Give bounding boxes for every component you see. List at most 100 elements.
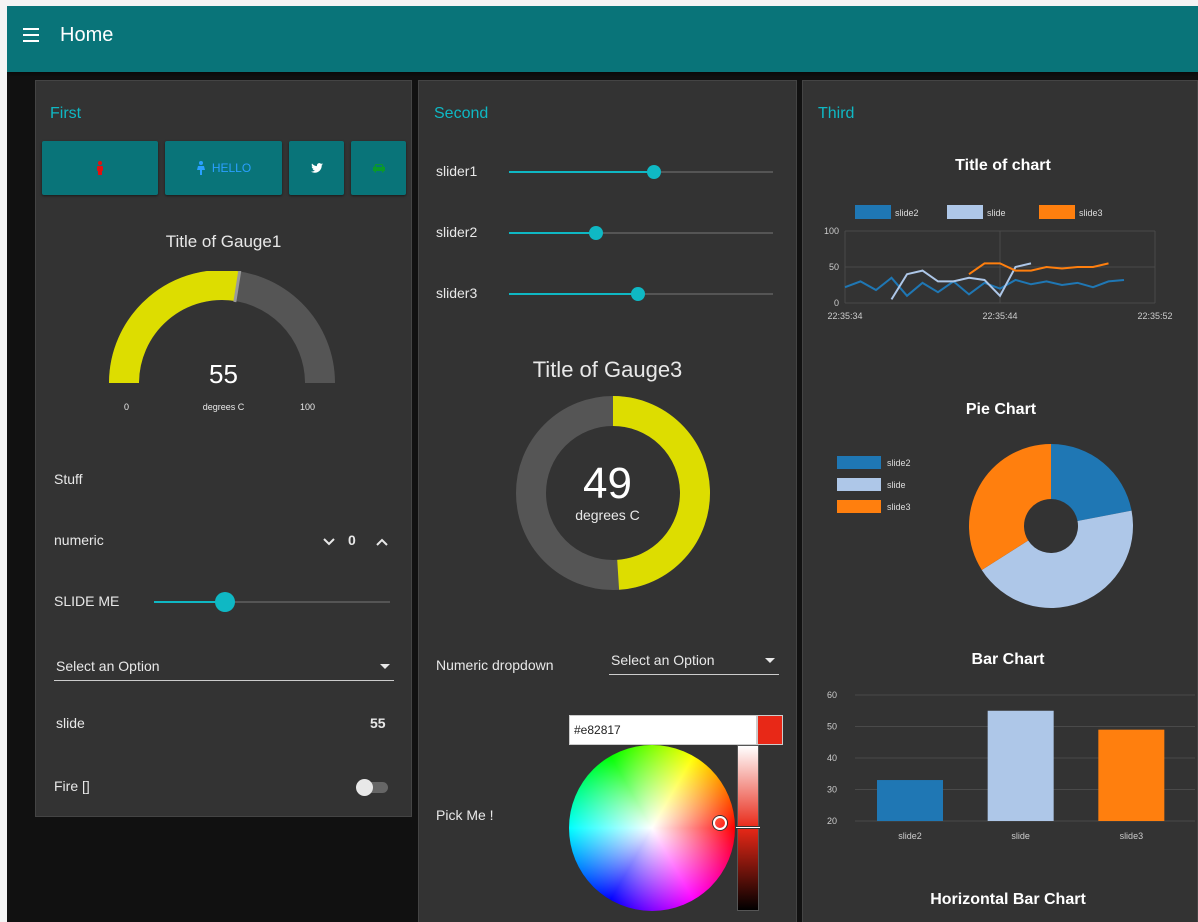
y-tick-label: 50 (829, 262, 839, 272)
color-wheel-cursor[interactable] (713, 816, 727, 830)
legend-label: slide2 (887, 458, 911, 468)
gauge3-value: 49 (583, 459, 632, 508)
bar-chart: 60 50 40 30 20 slide2 slide slide3 (827, 690, 1195, 841)
fire-switch[interactable] (356, 779, 396, 796)
y-tick-label: 60 (827, 690, 837, 700)
gauge3-units: degrees C (575, 507, 640, 523)
numeric-dropdown[interactable]: Select an Option (609, 637, 779, 675)
legend-swatch (1039, 205, 1075, 219)
panel-third: Third Title of chart 100 50 0 22:35:34 22:35… (802, 80, 1198, 922)
option-dropdown[interactable]: Select an Option (54, 643, 394, 681)
gauge1-units: degrees C (202, 402, 245, 412)
slider3-thumb[interactable] (631, 287, 646, 301)
legend-swatch (837, 456, 881, 469)
x-tick-label: slide3 (1120, 831, 1144, 841)
slider3[interactable] (509, 287, 773, 301)
gauge1-value: 55 (209, 359, 238, 389)
numeric-value: 0 (348, 532, 356, 548)
brightness-handle[interactable] (735, 826, 761, 829)
gauge3-title: Title of Gauge3 (532, 357, 683, 382)
slide-me-thumb[interactable] (214, 592, 235, 612)
top-bar: Home (7, 6, 1198, 72)
panel-title-first: First (50, 105, 82, 122)
series-line (968, 262, 1109, 276)
twitter-button[interactable] (289, 141, 344, 195)
dashboard-screen: Home First HELLO Title of Gauge1 55 degr… (7, 6, 1198, 922)
hello-button[interactable]: HELLO (165, 141, 282, 195)
hello-button-label: HELLO (211, 161, 252, 175)
legend-label: slide3 (1079, 208, 1103, 218)
slide-me-slider[interactable] (154, 592, 390, 612)
bar (1098, 729, 1165, 821)
legend-label: slide (887, 480, 906, 490)
x-tick-label: 22:35:34 (827, 311, 862, 321)
y-tick-label: 30 (827, 785, 837, 795)
numeric-dropdown-text: Select an Option (611, 652, 715, 668)
slider2[interactable] (509, 226, 773, 240)
button-1[interactable] (42, 141, 158, 195)
slider1[interactable] (509, 165, 773, 179)
gauge1-dial (109, 271, 335, 384)
color-picker-label: Pick Me ! (436, 807, 494, 823)
car-button[interactable] (351, 141, 406, 195)
line-chart: 100 50 0 22:35:34 22:35:44 22:35:52 slide2 slid… (824, 205, 1173, 321)
y-tick-label: 40 (827, 753, 837, 763)
car-icon (372, 164, 385, 173)
pie-chart-title: Pie Chart (965, 401, 1037, 418)
chevron-down-icon[interactable] (323, 538, 335, 546)
y-tick-label: 0 (834, 298, 839, 308)
bar (987, 710, 1054, 821)
bar (877, 780, 943, 821)
person-icon (196, 161, 205, 175)
slider2-fill (509, 232, 597, 234)
switch-label: Fire [] (54, 778, 90, 794)
numeric-dropdown-label: Numeric dropdown (436, 657, 554, 673)
color-wheel[interactable] (569, 745, 735, 911)
gauge1-max: 100 (300, 402, 316, 412)
legend-swatch (837, 478, 881, 491)
y-tick-label: 50 (827, 722, 837, 732)
bar-chart-title: Bar Chart (971, 651, 1045, 668)
gauge1-min: 0 (124, 402, 130, 412)
panel-title-second: Second (434, 105, 489, 122)
color-hex-text: #e82817 (574, 723, 621, 737)
y-tick-label: 100 (824, 226, 839, 236)
slider1-fill (509, 171, 655, 173)
panel-second: Second slider1 slider2 slider3 Title of … (418, 80, 797, 922)
dropdown-arrow-icon (765, 658, 775, 663)
page-title: Home (60, 24, 114, 46)
legend-label: slide (987, 208, 1006, 218)
legend-label: slide2 (895, 208, 919, 218)
horizontal-bar-chart-title: Horizontal Bar Chart (930, 891, 1086, 908)
line-chart-title: Title of chart (955, 157, 1051, 174)
numeric-label: numeric (54, 532, 104, 548)
slider3-label: slider3 (436, 285, 478, 301)
legend-swatch (837, 500, 881, 513)
color-swatch[interactable] (757, 715, 783, 745)
slider3-fill (509, 293, 639, 295)
legend-swatch (947, 205, 983, 219)
legend-label: slide3 (887, 502, 911, 512)
gauge1-title: Title of Gauge1 (165, 232, 282, 251)
switch-thumb (356, 779, 373, 796)
slider1-thumb[interactable] (647, 165, 662, 179)
pie-chart: slide2 slide slide3 (837, 444, 1133, 608)
color-hex-input[interactable]: #e82817 (569, 715, 757, 745)
slide-text-label: slide (56, 715, 85, 731)
pie-slice (1051, 444, 1132, 521)
panel-first: First HELLO Title of Gauge1 55 degrees C… (35, 80, 412, 817)
text-stuff: Stuff (54, 471, 83, 487)
slide-me-label: SLIDE ME (54, 593, 120, 609)
x-tick-label: slide2 (898, 831, 922, 841)
male-figure-icon (97, 161, 103, 175)
x-tick-label: slide (1011, 831, 1030, 841)
option-dropdown-text: Select an Option (56, 658, 160, 674)
panel-title-third: Third (818, 105, 855, 122)
slider2-label: slider2 (436, 224, 478, 240)
hamburger-menu-icon[interactable] (23, 28, 39, 42)
slider2-thumb[interactable] (589, 226, 604, 240)
chevron-up-icon[interactable] (376, 538, 388, 546)
slide-text-value: 55 (370, 715, 386, 731)
legend-swatch (855, 205, 891, 219)
x-tick-label: 22:35:44 (982, 311, 1017, 321)
